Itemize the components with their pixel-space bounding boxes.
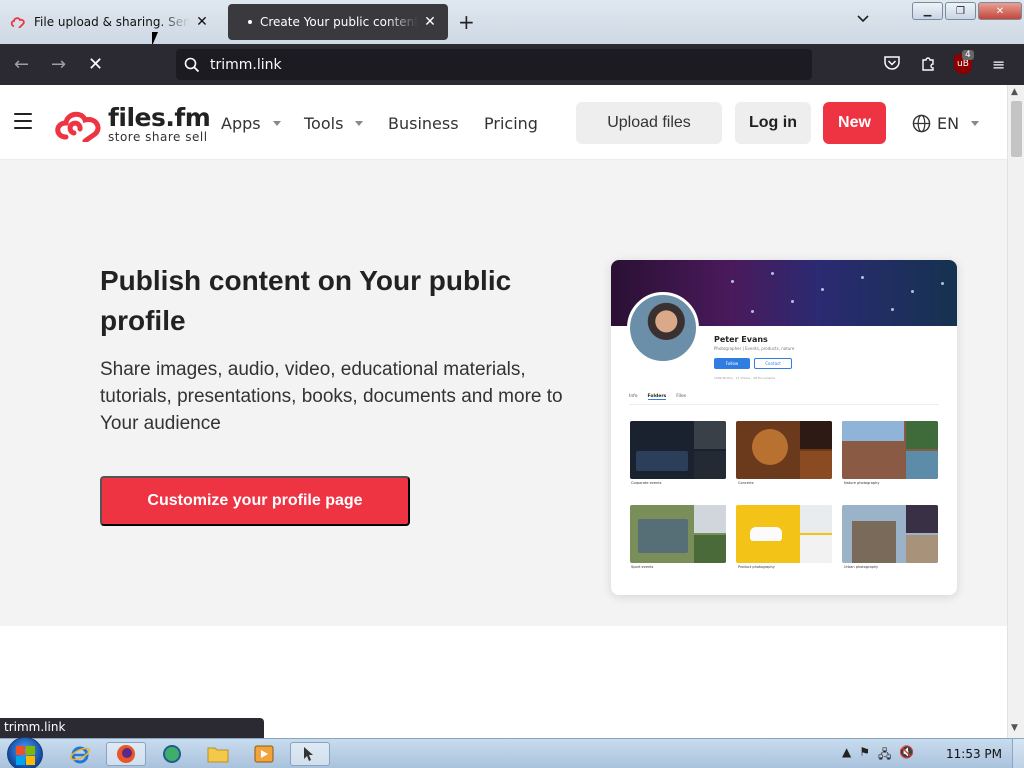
nav-pricing-label: Pricing <box>484 114 538 133</box>
preview-tabs: Info Folders Files <box>629 394 939 405</box>
windows-taskbar: ▲ ⚑ 🖧 🔇 11:53 PM <box>0 737 1024 768</box>
action-center-flag-icon[interactable]: ⚑ <box>859 745 870 766</box>
folder-thumbnail <box>842 421 938 479</box>
volume-muted-icon[interactable]: 🔇 <box>899 745 914 766</box>
pocket-icon[interactable] <box>884 55 900 74</box>
app-menu-icon[interactable]: ≡ <box>992 55 1005 74</box>
dropdown-caret-icon <box>272 121 281 126</box>
scroll-down-arrow-icon[interactable]: ▼ <box>1011 723 1018 733</box>
dropdown-caret-icon <box>971 121 980 126</box>
show-desktop-button[interactable] <box>1012 739 1024 768</box>
nav-tools[interactable]: Tools <box>304 114 364 133</box>
folder-thumbnail <box>842 505 938 563</box>
url-text: trimm.link <box>210 56 282 73</box>
page-scrollbar[interactable]: ▲ ▼ <box>1007 85 1024 738</box>
browser-nav-bar: ← → ✕ trimm.link uB 4 ≡ <box>0 44 1024 85</box>
address-bar[interactable]: trimm.link <box>176 49 812 80</box>
new-tab-plus-icon[interactable]: + <box>458 10 475 34</box>
scrollbar-thumb[interactable] <box>1011 101 1022 157</box>
search-icon <box>184 57 200 72</box>
show-hidden-icons-arrow-icon[interactable]: ▲ <box>842 745 851 766</box>
preview-tab-info: Info <box>629 394 638 399</box>
nav-apps[interactable]: Apps <box>221 114 281 133</box>
profile-preview-image: Peter Evans Photographer | Events, produ… <box>611 260 957 595</box>
start-button-windows-icon[interactable] <box>7 737 43 768</box>
browser-tab-filesfm[interactable]: File upload & sharing. Send large files … <box>0 4 220 40</box>
hero-description: Share images, audio, video, educational … <box>100 359 563 434</box>
filesfm-favicon-icon <box>10 17 25 28</box>
preview-follow-button: Follow <box>714 358 750 369</box>
link-status-tooltip: trimm.link <box>0 718 264 738</box>
restore-icon[interactable]: ❐ <box>945 2 976 20</box>
running-app-icon[interactable] <box>290 742 330 766</box>
site-header: files.fm store share sell Apps Tools Bus… <box>0 85 1007 160</box>
folder-caption: Sport events <box>631 565 654 569</box>
preview-profile-subtitle: Photographer | Events, products, nature <box>714 346 795 351</box>
logo-name: files.fm <box>108 103 211 132</box>
nav-pricing[interactable]: Pricing <box>484 114 538 133</box>
scroll-up-arrow-icon[interactable]: ▲ <box>1011 87 1018 97</box>
preview-tab-files: Files <box>676 394 687 399</box>
stop-loading-icon[interactable]: ✕ <box>88 54 103 75</box>
tab-title: File upload & sharing. Send large files <box>34 15 190 29</box>
extensions-puzzle-icon[interactable] <box>920 55 936 75</box>
window-controls: ▁ ❐ ✕ <box>912 2 1022 20</box>
site-logo[interactable]: files.fm store share sell <box>52 103 211 144</box>
globe-icon <box>912 114 931 133</box>
preview-contact-button: Contact <box>754 358 792 369</box>
preview-tab-folders: Folders <box>647 394 667 400</box>
nav-business-label: Business <box>388 114 459 133</box>
forward-arrow-icon[interactable]: → <box>51 54 66 75</box>
network-status-icon[interactable]: 🖧 <box>878 745 891 766</box>
close-tab-icon[interactable]: ✕ <box>422 14 438 30</box>
upload-files-button[interactable]: Upload files <box>576 102 722 144</box>
back-arrow-icon[interactable]: ← <box>14 54 29 75</box>
firefox-icon[interactable] <box>106 742 146 766</box>
preview-stats: 1289 Photos · 17 Videos · 28 Documents <box>714 376 776 380</box>
logo-tagline: store share sell <box>108 130 208 144</box>
hamburger-menu-icon[interactable] <box>14 113 32 129</box>
folder-caption: Product photography <box>738 565 775 569</box>
system-tray: ▲ ⚑ 🖧 🔇 <box>842 745 914 766</box>
hero-section: Publish content on Your public profile S… <box>0 160 1007 626</box>
nav-apps-label: Apps <box>221 114 261 133</box>
avatar <box>627 292 699 364</box>
folder-caption: Concerts <box>738 481 754 485</box>
customize-profile-button[interactable]: Customize your profile page <box>100 476 410 526</box>
nav-business[interactable]: Business <box>388 114 459 133</box>
nav-tools-label: Tools <box>304 114 344 133</box>
folder-caption: Urban photography <box>844 565 879 569</box>
media-player-icon[interactable] <box>244 742 284 766</box>
folder-caption: Corporate events <box>631 481 662 485</box>
close-window-icon[interactable]: ✕ <box>978 2 1022 20</box>
folder-thumbnail <box>630 421 726 479</box>
close-tab-icon[interactable]: ✕ <box>194 14 210 30</box>
browser-tab-active[interactable]: Create Your public content catalog ✕ <box>228 4 448 40</box>
file-explorer-folder-icon[interactable] <box>198 742 238 766</box>
hero-title: Publish content on Your public profile <box>100 265 512 336</box>
minimize-icon[interactable]: ▁ <box>912 2 943 20</box>
login-button[interactable]: Log in <box>735 102 811 144</box>
new-button[interactable]: New <box>823 102 886 144</box>
folder-thumbnail <box>736 421 832 479</box>
preview-profile-name: Peter Evans <box>714 335 768 344</box>
filesfm-cloud-logo-icon <box>55 111 101 142</box>
list-tabs-chevron-icon[interactable] <box>856 12 870 28</box>
loading-dot-icon <box>248 20 252 24</box>
folder-thumbnail <box>630 505 726 563</box>
folder-caption: Nature photography <box>844 481 880 485</box>
taskbar-clock[interactable]: 11:53 PM <box>946 747 1002 761</box>
dropdown-caret-icon <box>355 121 364 126</box>
language-code: EN <box>937 114 960 133</box>
language-selector[interactable]: EN <box>912 114 980 133</box>
extension-badge: 4 <box>962 50 974 60</box>
tab-title: Create Your public content catalog <box>260 15 418 29</box>
folder-thumbnail <box>736 505 832 563</box>
web-page: files.fm store share sell Apps Tools Bus… <box>0 85 1007 738</box>
network-globe-icon[interactable] <box>152 742 192 766</box>
screen: File upload & sharing. Send large files … <box>0 0 1024 768</box>
internet-explorer-icon[interactable] <box>60 742 100 766</box>
